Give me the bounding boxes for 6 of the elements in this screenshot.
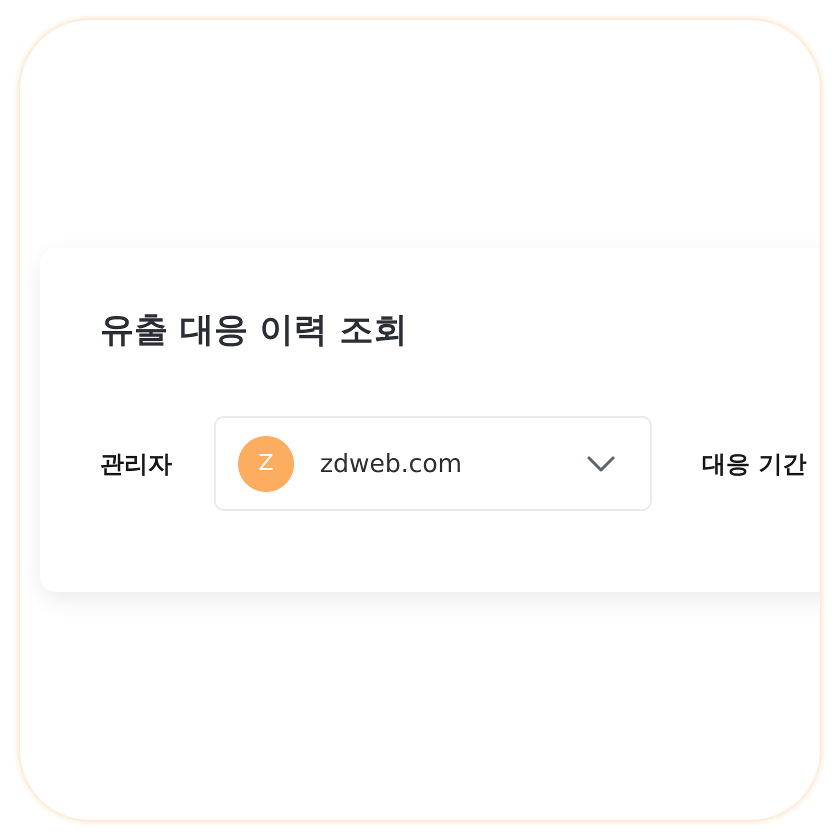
- chevron-down-icon: [586, 454, 616, 472]
- field-label: 관리자: [100, 448, 172, 480]
- admin-select[interactable]: Z zdweb.com: [214, 416, 652, 511]
- avatar-icon: Z: [238, 436, 294, 492]
- page-title: 유출 대응 이력 조회: [100, 310, 409, 350]
- field-label: 대응 기간: [702, 448, 806, 480]
